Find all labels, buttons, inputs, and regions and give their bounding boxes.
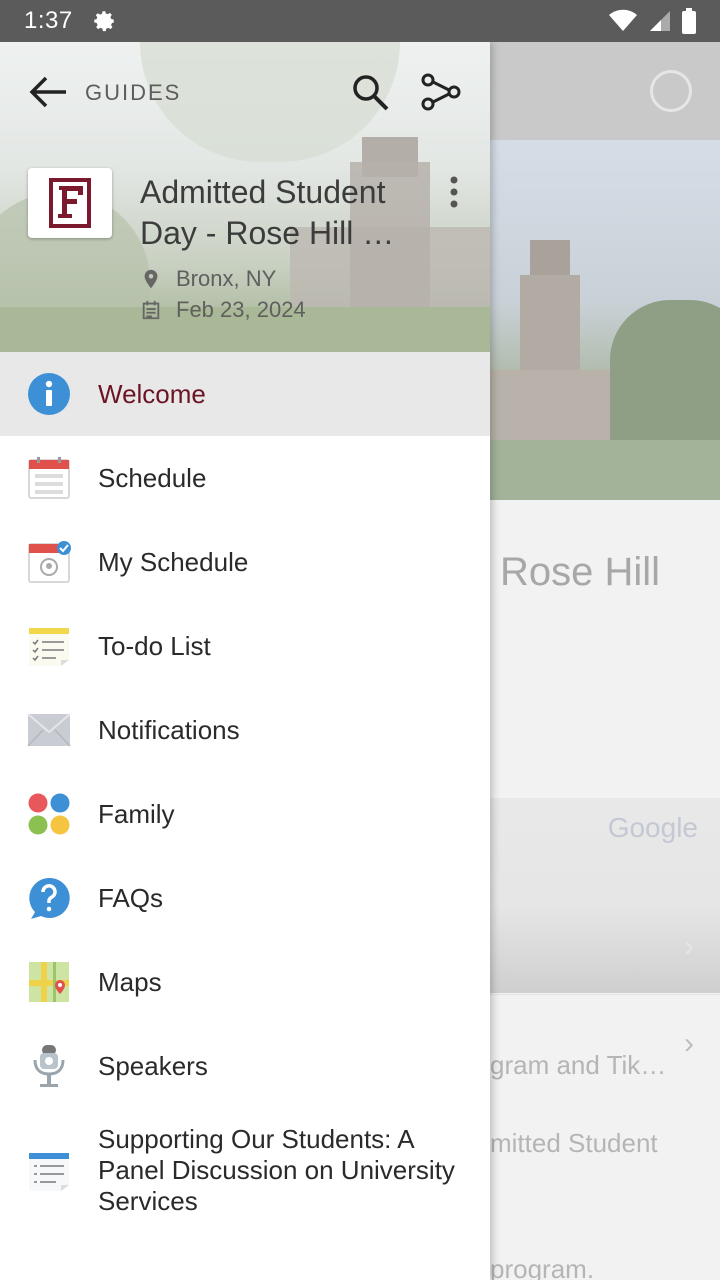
menu-item-faqs[interactable]: FAQs — [0, 856, 490, 940]
signal-icon — [650, 11, 670, 31]
menu-item-family[interactable]: Family — [0, 772, 490, 856]
status-bar: 1:37 — [0, 0, 720, 42]
date-row: Feb 23, 2024 — [140, 297, 306, 323]
menu-item-my-schedule[interactable]: My Schedule — [0, 520, 490, 604]
drawer-menu: Welcome Schedule My Schedule To-do List — [0, 352, 490, 1234]
back-arrow-icon[interactable] — [28, 74, 68, 110]
envelope-icon — [26, 707, 72, 753]
background-row-text: program. — [490, 1254, 595, 1280]
document-list-icon — [26, 1148, 72, 1194]
my-schedule-icon — [26, 539, 72, 585]
guide-logo — [28, 168, 112, 238]
location-text: Bronx, NY — [176, 266, 277, 291]
menu-item-label: Notifications — [98, 714, 240, 745]
date-text: Feb 23, 2024 — [176, 297, 306, 322]
info-icon — [26, 371, 72, 417]
guide-title: Admitted Student Day - Rose Hill … — [140, 174, 395, 251]
status-time: 1:37 — [24, 7, 73, 34]
menu-item-label: Maps — [98, 966, 162, 997]
calendar-icon — [26, 455, 72, 501]
microphone-icon — [26, 1043, 72, 1089]
chevron-right-icon: › — [684, 1027, 694, 1060]
drawer-header: GUIDES Admitted Student Day - Rose Hill … — [0, 42, 490, 352]
google-logo: Google — [607, 812, 698, 843]
location-pin-icon — [144, 269, 158, 289]
menu-item-schedule[interactable]: Schedule — [0, 436, 490, 520]
battery-icon — [682, 8, 696, 34]
wifi-icon — [609, 9, 637, 31]
fordham-f-logo-icon — [49, 178, 91, 228]
guides-label: GUIDES — [85, 80, 182, 105]
menu-item-label: My Schedule — [98, 546, 249, 577]
menu-item-notifications[interactable]: Notifications — [0, 688, 490, 772]
navigation-drawer: GUIDES Admitted Student Day - Rose Hill … — [0, 42, 490, 1280]
menu-item-label: FAQs — [98, 882, 164, 913]
switch-guide-icon[interactable] — [420, 72, 462, 112]
menu-item-label: Welcome — [98, 378, 206, 409]
todo-list-icon — [26, 623, 72, 669]
background-row-text: mitted Student — [490, 1128, 658, 1158]
menu-item-maps[interactable]: Maps — [0, 940, 490, 1024]
search-icon[interactable] — [350, 72, 390, 112]
menu-item-supporting-our-students[interactable]: Supporting Our Students: A Panel Discuss… — [0, 1108, 490, 1234]
menu-item-speakers[interactable]: Speakers — [0, 1024, 490, 1108]
settings-gear-icon — [93, 11, 115, 32]
background-title: Rose Hill — [500, 550, 661, 594]
menu-item-welcome[interactable]: Welcome — [0, 352, 490, 436]
more-options-icon[interactable] — [444, 175, 464, 209]
menu-item-label: Speakers — [98, 1050, 208, 1081]
menu-item-label: To-do List — [98, 630, 211, 661]
calendar-small-icon — [142, 300, 160, 320]
question-bubble-icon — [26, 875, 72, 921]
background-row-text: gram and Tik… — [490, 1050, 667, 1080]
profile-icon[interactable] — [650, 70, 692, 112]
menu-item-label: Supporting Our Students: A Panel Discuss… — [98, 1124, 455, 1216]
location-row: Bronx, NY — [140, 266, 276, 292]
map-icon — [26, 959, 72, 1005]
four-dots-icon — [26, 791, 72, 837]
chevron-right-icon: › — [684, 930, 694, 963]
menu-item-todo-list[interactable]: To-do List — [0, 604, 490, 688]
menu-item-label: Schedule — [98, 462, 207, 493]
menu-item-label: Family — [98, 798, 175, 829]
